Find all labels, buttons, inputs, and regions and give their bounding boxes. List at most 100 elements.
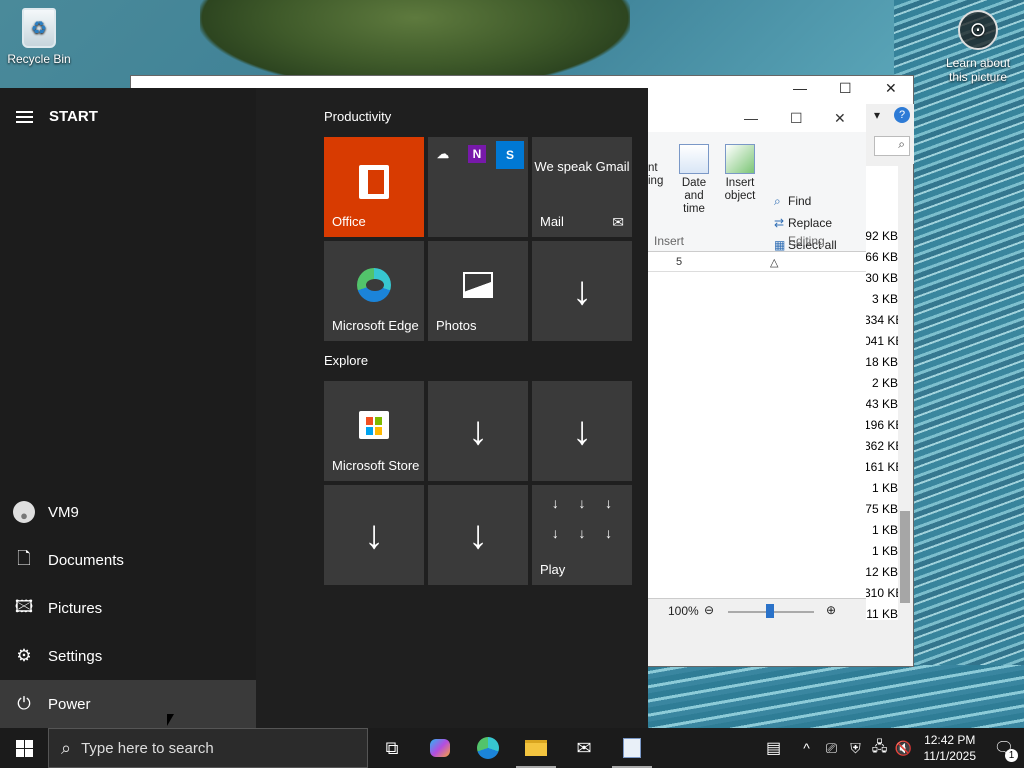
download-arrow-icon: ↓ bbox=[578, 525, 586, 541]
tile-mail-label: Mail bbox=[540, 214, 564, 229]
object-icon bbox=[725, 144, 755, 174]
wordpad-window[interactable]: — ☐ ✕ nt ing Date and time Insert object… bbox=[648, 104, 866, 624]
network-icon[interactable]: 🖧 bbox=[868, 728, 892, 768]
tile-productivity-group[interactable]: ☁ N S bbox=[428, 137, 528, 237]
tile-store[interactable]: Microsoft Store bbox=[324, 381, 424, 481]
start-menu: START ● VM9 🗋 Documents 🖾 Pictures ⚙ Set… bbox=[0, 88, 648, 728]
replace-button[interactable]: ⇄ Replace bbox=[774, 216, 832, 230]
download-arrow-icon: ↓ bbox=[572, 409, 592, 453]
indent-marker-icon[interactable]: △ bbox=[770, 256, 778, 269]
download-arrow-icon: ↓ bbox=[605, 495, 613, 511]
help-icon[interactable]: ? bbox=[894, 107, 910, 123]
search-icon[interactable]: ⌕ bbox=[874, 136, 910, 156]
clock-time: 12:42 PM bbox=[924, 733, 976, 747]
zoom-slider-thumb[interactable] bbox=[766, 604, 774, 618]
date-time-button[interactable]: Date and time bbox=[672, 144, 716, 216]
tile-download-2[interactable]: ↓ bbox=[428, 381, 528, 481]
mouse-cursor-icon bbox=[167, 714, 174, 726]
section-explore: Explore bbox=[324, 353, 369, 368]
start-rail: START ● VM9 🗋 Documents 🖾 Pictures ⚙ Set… bbox=[0, 88, 256, 728]
minimize-icon[interactable]: — bbox=[744, 110, 758, 126]
close-icon[interactable]: ✕ bbox=[885, 80, 897, 97]
security-icon[interactable]: ⛨ bbox=[844, 728, 868, 768]
power-icon: ⏻ bbox=[17, 694, 31, 713]
explorer-ribbon-controls: ▾ ? ⌕ bbox=[864, 104, 914, 164]
photos-icon bbox=[463, 272, 493, 298]
tile-store-label: Microsoft Store bbox=[332, 458, 420, 473]
onedrive-icon: ☁ bbox=[437, 147, 449, 161]
wordpad-taskbar-icon[interactable] bbox=[608, 728, 656, 768]
file-explorer-icon[interactable] bbox=[512, 728, 560, 768]
rail-item-power[interactable]: ⏻ Power bbox=[0, 680, 256, 728]
ruler[interactable]: 5 △ bbox=[648, 254, 866, 272]
file-size: 2 KB bbox=[871, 376, 898, 390]
edge-taskbar-icon[interactable] bbox=[464, 728, 512, 768]
chevron-up-icon[interactable]: ^ bbox=[794, 728, 820, 768]
start-button[interactable] bbox=[0, 728, 48, 768]
meet-now-icon[interactable]: ⎚ bbox=[820, 728, 844, 768]
rail-item-user[interactable]: ● VM9 bbox=[0, 488, 256, 536]
rail-item-settings[interactable]: ⚙ Settings bbox=[0, 632, 256, 680]
scrollbar-thumb[interactable] bbox=[900, 511, 910, 603]
group-insert-label: Insert bbox=[654, 234, 685, 248]
download-arrow-icon: ↓ bbox=[468, 409, 488, 453]
zoom-in-icon[interactable]: ⊕ bbox=[826, 603, 836, 617]
mail-taskbar-icon[interactable]: ✉ bbox=[560, 728, 608, 768]
tile-photos[interactable]: Photos bbox=[428, 241, 528, 341]
file-size: 362 KB bbox=[864, 439, 900, 453]
tile-download-5[interactable]: ↓ bbox=[428, 485, 528, 585]
start-title: START bbox=[49, 108, 98, 125]
tile-photos-label: Photos bbox=[436, 318, 477, 333]
recycle-bin-desktop-icon[interactable]: ♻ Recycle Bin bbox=[6, 8, 72, 66]
tile-play[interactable]: ↓ ↓ ↓ ↓ ↓ ↓ Play bbox=[532, 485, 632, 585]
file-size: 66 KB bbox=[865, 250, 898, 264]
tile-download-3[interactable]: ↓ bbox=[532, 381, 632, 481]
hamburger-icon[interactable] bbox=[16, 110, 33, 123]
tile-play-label: Play bbox=[540, 562, 566, 577]
user-avatar-icon: ● bbox=[13, 501, 35, 523]
download-arrow-icon: ↓ bbox=[578, 495, 586, 511]
picture-icon: 🖾 bbox=[14, 596, 34, 616]
clock[interactable]: 12:42 PM 11/1/2025 bbox=[916, 732, 985, 764]
minimize-icon[interactable]: — bbox=[793, 80, 807, 96]
tile-download-1[interactable]: ↓ bbox=[532, 241, 632, 341]
find-button[interactable]: ⌕ Find bbox=[774, 194, 811, 209]
insert-object-button[interactable]: Insert object bbox=[720, 144, 760, 203]
rail-item-pictures[interactable]: 🖾 Pictures bbox=[0, 584, 256, 632]
close-icon[interactable]: ✕ bbox=[834, 110, 846, 127]
tile-edge[interactable]: Microsoft Edge bbox=[324, 241, 424, 341]
news-widget-icon[interactable]: ▤ bbox=[754, 728, 794, 768]
copilot-icon[interactable] bbox=[416, 728, 464, 768]
file-size: 1 KB bbox=[871, 523, 898, 537]
maximize-icon[interactable]: ☐ bbox=[790, 110, 803, 127]
file-size: 1 KB bbox=[871, 481, 898, 495]
mail-icon: ✉ bbox=[612, 214, 624, 230]
learn-about-picture-desktop-icon[interactable]: ⊙ Learn about this picture bbox=[938, 10, 1018, 84]
download-arrow-icon: ↓ bbox=[468, 513, 488, 557]
volume-muted-icon[interactable]: 🔇 bbox=[892, 728, 916, 768]
store-icon bbox=[359, 411, 389, 439]
zoom-out-icon[interactable]: ⊖ bbox=[704, 603, 714, 617]
tile-mail[interactable]: We speak Gmail Mail ✉ bbox=[532, 137, 632, 237]
tile-office-label: Office bbox=[332, 214, 366, 229]
notification-center-icon[interactable]: 🗨 1 bbox=[984, 728, 1024, 768]
start-header[interactable]: START bbox=[16, 108, 98, 125]
task-view-icon[interactable]: ⧉ bbox=[368, 728, 416, 768]
document-page[interactable] bbox=[648, 274, 866, 594]
chevron-down-icon[interactable]: ▾ bbox=[874, 108, 880, 122]
explorer-scrollbar[interactable] bbox=[898, 166, 912, 620]
rail-item-documents[interactable]: 🗋 Documents bbox=[0, 536, 256, 584]
file-size-column: 92 KB 66 KB 30 KB 3 KB 334 KB 041 KB 18 … bbox=[864, 166, 900, 620]
settings-label: Settings bbox=[48, 647, 103, 665]
insert-object-label: Insert object bbox=[724, 177, 756, 202]
windows-logo-icon bbox=[15, 739, 33, 757]
maximize-icon[interactable]: ☐ bbox=[839, 80, 852, 97]
taskbar-search-box[interactable]: ⌕ Type here to search bbox=[48, 728, 368, 768]
section-productivity: Productivity bbox=[324, 109, 392, 124]
tile-download-4[interactable]: ↓ bbox=[324, 485, 424, 585]
wordpad-titlebar: — ☐ ✕ bbox=[648, 104, 866, 132]
tile-office[interactable]: Office bbox=[324, 137, 424, 237]
partial-ribbon-label: nt ing bbox=[648, 162, 664, 187]
tile-edge-label: Microsoft Edge bbox=[332, 318, 419, 333]
office-icon bbox=[359, 165, 389, 199]
